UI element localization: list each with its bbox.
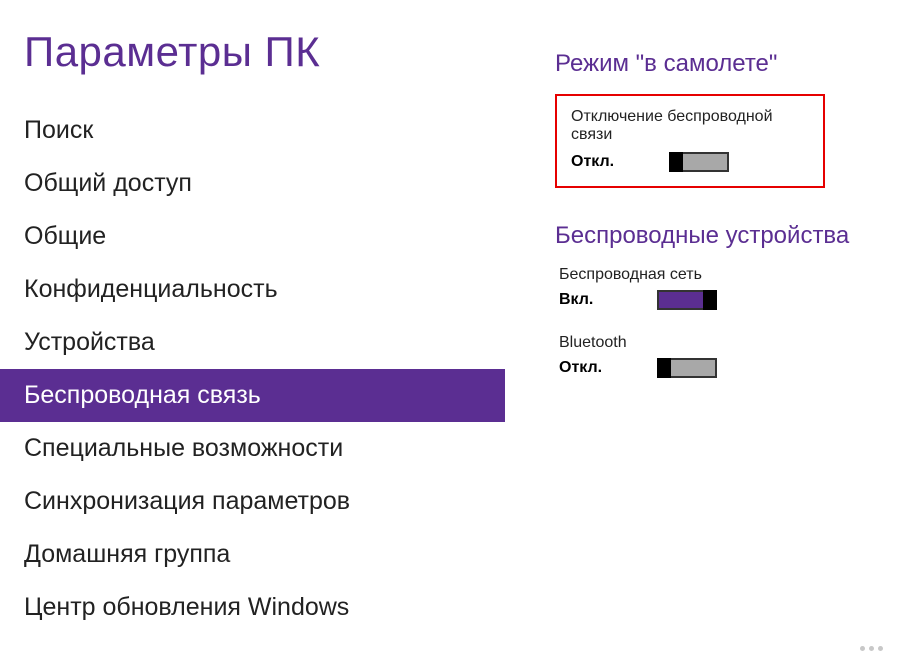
nav-list: Поиск Общий доступ Общие Конфиденциально… bbox=[0, 104, 505, 634]
sidebar: Параметры ПК Поиск Общий доступ Общие Ко… bbox=[0, 0, 505, 661]
wifi-state: Вкл. bbox=[559, 291, 609, 309]
bluetooth-state: Откл. bbox=[559, 359, 609, 377]
sidebar-item-privacy[interactable]: Конфиденциальность bbox=[0, 263, 505, 316]
bluetooth-toggle[interactable] bbox=[657, 358, 717, 378]
wifi-row: Вкл. bbox=[559, 290, 897, 310]
page-title: Параметры ПК bbox=[0, 0, 505, 104]
content-panel: Режим "в самолете" Отключение беспроводн… bbox=[505, 0, 897, 661]
bluetooth-row: Откл. bbox=[559, 358, 897, 378]
sidebar-item-windows-update[interactable]: Центр обновления Windows bbox=[0, 581, 505, 634]
sidebar-item-homegroup[interactable]: Домашняя группа bbox=[0, 528, 505, 581]
sidebar-item-search[interactable]: Поиск bbox=[0, 104, 505, 157]
sidebar-item-wireless[interactable]: Беспроводная связь bbox=[0, 369, 505, 422]
device-wifi: Беспроводная сеть Вкл. bbox=[555, 266, 897, 310]
sidebar-item-devices[interactable]: Устройства bbox=[0, 316, 505, 369]
airplane-mode-state: Откл. bbox=[571, 153, 621, 171]
footer-dots-icon bbox=[860, 646, 883, 651]
airplane-mode-row: Откл. bbox=[571, 152, 809, 172]
sidebar-item-sync[interactable]: Синхронизация параметров bbox=[0, 475, 505, 528]
toggle-knob bbox=[703, 290, 717, 310]
sidebar-item-general[interactable]: Общие bbox=[0, 210, 505, 263]
airplane-mode-highlight-box: Отключение беспроводной связи Откл. bbox=[555, 94, 825, 188]
sidebar-item-sharing[interactable]: Общий доступ bbox=[0, 157, 505, 210]
device-bluetooth: Bluetooth Откл. bbox=[555, 334, 897, 378]
airplane-mode-label: Отключение беспроводной связи bbox=[571, 108, 809, 144]
wifi-label: Беспроводная сеть bbox=[559, 266, 897, 284]
wifi-toggle[interactable] bbox=[657, 290, 717, 310]
wireless-devices-heading: Беспроводные устройства bbox=[555, 222, 897, 250]
airplane-mode-heading: Режим "в самолете" bbox=[555, 50, 897, 78]
toggle-knob bbox=[657, 358, 671, 378]
toggle-knob bbox=[669, 152, 683, 172]
sidebar-item-accessibility[interactable]: Специальные возможности bbox=[0, 422, 505, 475]
bluetooth-label: Bluetooth bbox=[559, 334, 897, 352]
airplane-mode-toggle[interactable] bbox=[669, 152, 729, 172]
wireless-devices-section: Беспроводные устройства Беспроводная сет… bbox=[555, 222, 897, 378]
